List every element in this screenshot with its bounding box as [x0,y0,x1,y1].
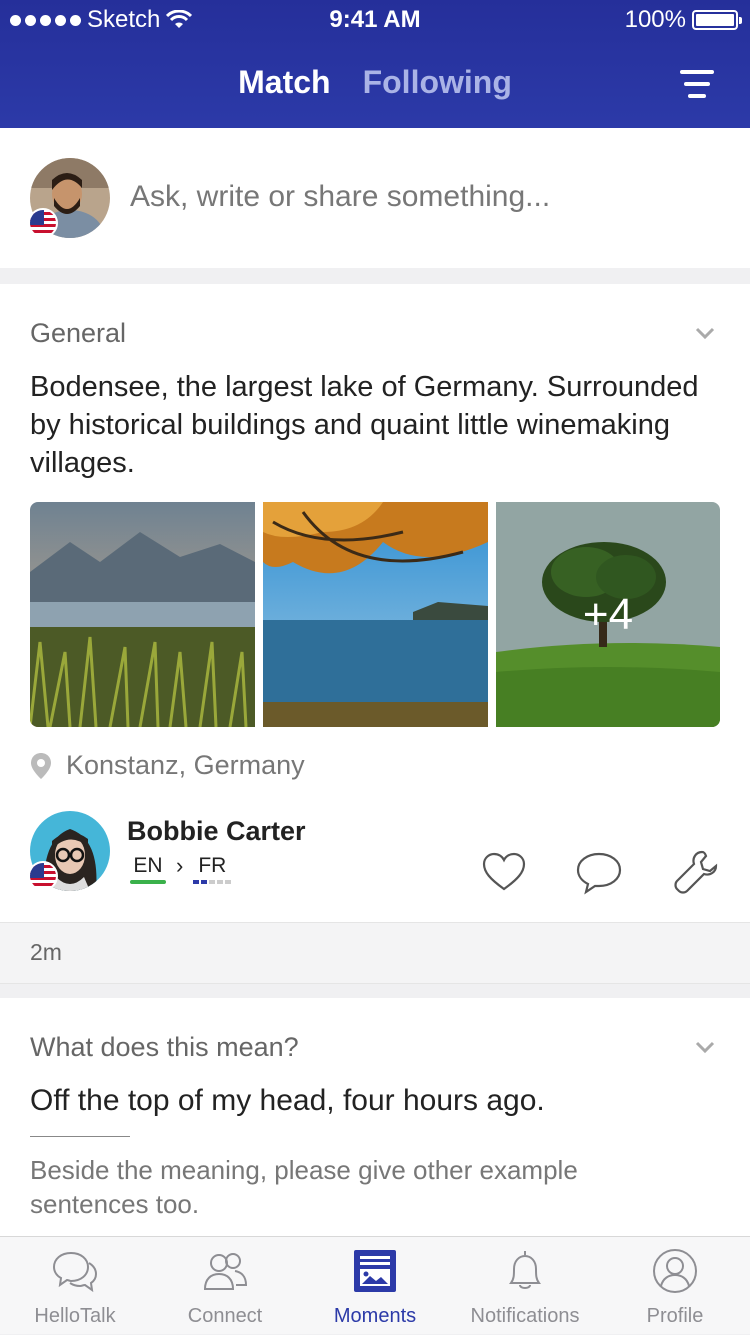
learning-level-bar [193,880,231,884]
tab-label: Profile [600,1305,750,1328]
nav-header: Sketch 9:41 AM 100% Match Following [0,0,750,128]
native-level-bar [130,880,166,884]
battery-group: 100% [625,6,738,34]
filter-icon[interactable] [680,70,714,100]
tab-connect[interactable]: Connect [150,1237,300,1335]
tab-following[interactable]: Following [363,64,512,101]
post-card: General Bodensee, the largest lake of Ge… [0,284,750,922]
tab-notifications[interactable]: Notifications [450,1237,600,1335]
learning-language-code: FR [198,854,226,878]
post-photo[interactable]: +4 [496,502,720,727]
native-language: EN [130,854,166,884]
status-bar: Sketch 9:41 AM 100% [0,0,750,40]
post-hint: Beside the meaning, please give other ex… [30,1153,680,1221]
chevron-right-icon: › [176,854,183,878]
wrench-icon[interactable] [672,848,720,896]
post-text: Bodensee, the largest lake of Germany. S… [30,368,720,482]
native-language-code: EN [133,854,162,878]
author-languages: EN › FR [130,854,231,884]
tab-label: HelloTalk [0,1305,150,1328]
compose-placeholder[interactable]: Ask, write or share something... [130,180,550,214]
post-photo[interactable] [30,502,255,727]
post-text: Off the top of my head, four hours ago. [30,1082,720,1120]
chevron-down-icon[interactable] [694,322,716,344]
post-timestamp-bar: 2m [0,922,750,984]
post-photo[interactable] [263,502,488,727]
post-category: General [30,318,126,349]
bell-icon [501,1247,549,1295]
people-icon [201,1247,249,1295]
learning-language: FR [193,854,231,884]
tab-label: Moments [300,1305,450,1328]
divider [30,1136,130,1137]
us-flag-icon [28,208,58,238]
tab-match[interactable]: Match [238,64,330,101]
author-name[interactable]: Bobbie Carter [127,816,306,847]
more-photos-count: +4 [496,502,720,727]
battery-icon [692,10,738,30]
compose-box[interactable]: Ask, write or share something... [0,128,750,268]
tab-profile[interactable]: Profile [600,1237,750,1335]
comment-icon[interactable] [575,848,623,896]
moments-icon [351,1247,399,1295]
post-category: What does this mean? [30,1032,299,1063]
tab-label: Connect [150,1305,300,1328]
location-pin-icon [30,752,52,780]
profile-icon [651,1247,699,1295]
tab-bar: HelloTalk Connect Moments Notifications [0,1236,750,1334]
feed-tabs: Match Following [0,64,750,101]
heart-icon[interactable] [480,848,528,896]
tab-moments[interactable]: Moments [300,1237,450,1335]
post-location: Konstanz, Germany [30,750,305,781]
chat-bubbles-icon [51,1247,99,1295]
us-flag-icon [28,861,58,891]
post-time: 2m [30,939,62,966]
battery-percent: 100% [625,6,686,34]
tab-label: Notifications [450,1305,600,1328]
location-text: Konstanz, Germany [66,750,305,781]
tab-hellotalk[interactable]: HelloTalk [0,1237,150,1335]
chevron-down-icon[interactable] [694,1036,716,1058]
